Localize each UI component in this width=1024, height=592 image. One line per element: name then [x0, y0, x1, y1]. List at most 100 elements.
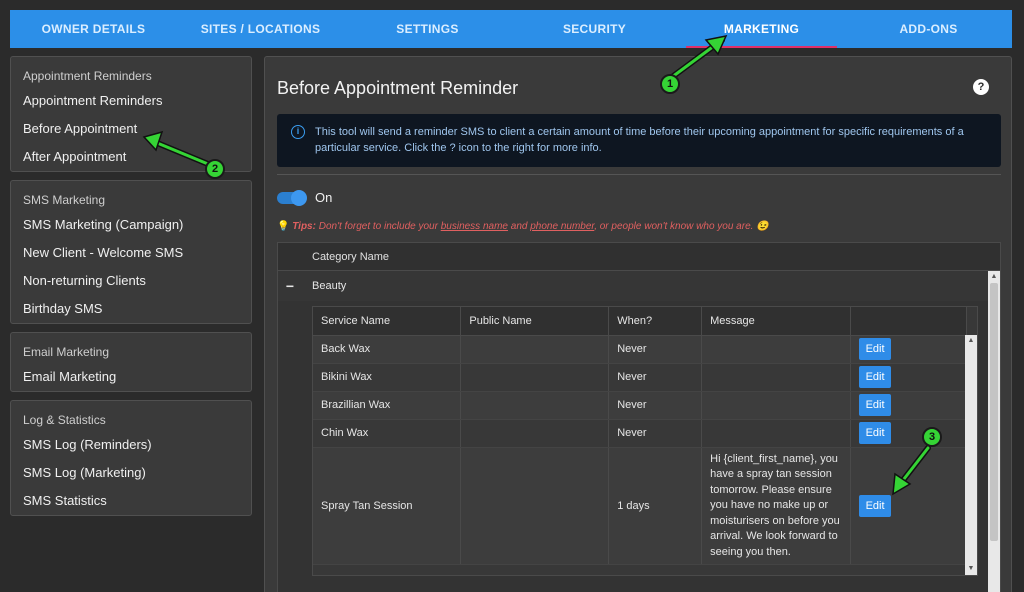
tab-add-ons[interactable]: ADD-ONS — [845, 10, 1012, 48]
edit-button[interactable]: Edit — [859, 366, 892, 388]
public-name-cell — [460, 335, 610, 364]
table-row: Back Wax Never Edit — [313, 335, 967, 364]
sidebar-item-sms-log-marketing[interactable]: SMS Log (Marketing) — [11, 459, 251, 487]
toggle-knob — [291, 189, 307, 206]
scrollbar-thumb[interactable] — [990, 283, 998, 541]
annotation-marker-1: 1 — [660, 74, 680, 94]
annotation-marker-3: 3 — [922, 427, 942, 447]
category-name-header: Category Name — [312, 250, 390, 263]
actions-cell: Edit — [850, 363, 967, 392]
when-cell: Never — [608, 363, 703, 392]
public-name-cell — [460, 447, 610, 565]
column-header-service-name: Service Name — [313, 307, 462, 336]
column-header-when: When? — [608, 307, 703, 336]
tab-owner-details[interactable]: OWNER DETAILS — [10, 10, 177, 48]
message-cell: Hi {client_first_name}, you have a spray… — [701, 447, 852, 565]
message-cell — [701, 363, 852, 392]
sidebar-item-before-appointment[interactable]: Before Appointment — [11, 115, 251, 143]
main-panel: Before Appointment Reminder ? i This too… — [264, 56, 1012, 592]
wink-emoji-icon: 😉 — [756, 221, 769, 232]
sidebar-group-header: Appointment Reminders — [23, 69, 152, 83]
column-header-actions — [850, 307, 967, 336]
annotation-marker-2: 2 — [205, 159, 225, 179]
message-cell — [701, 419, 852, 448]
message-cell — [701, 335, 852, 364]
column-header-message: Message — [701, 307, 852, 336]
public-name-cell — [460, 419, 610, 448]
sidebar-group-header: Email Marketing — [23, 345, 110, 359]
info-text: This tool will send a reminder SMS to cl… — [315, 126, 964, 154]
actions-cell: Edit — [850, 447, 967, 565]
sidebar-item-email-marketing[interactable]: Email Marketing — [11, 363, 251, 391]
top-nav: OWNER DETAILS SITES / LOCATIONS SETTINGS… — [10, 10, 1012, 48]
category-table-scrollbar[interactable]: ▲ — [988, 271, 1000, 592]
sidebar-group-header: SMS Marketing — [23, 193, 106, 207]
sidebar-item-welcome-sms[interactable]: New Client - Welcome SMS — [11, 239, 251, 267]
message-cell — [701, 391, 852, 420]
scroll-up-icon[interactable]: ▲ — [965, 335, 977, 347]
info-icon: i — [291, 125, 305, 139]
service-name-cell: Chin Wax — [313, 419, 462, 448]
sidebar-item-sms-statistics[interactable]: SMS Statistics — [11, 487, 251, 515]
sidebar-group-appointment-reminders: Appointment Reminders Appointment Remind… — [10, 56, 252, 172]
category-table: Category Name − Beauty Service Name Publ… — [277, 242, 1001, 592]
service-name-cell: Spray Tan Session — [313, 447, 462, 565]
sidebar-group-log-statistics: Log & Statistics SMS Log (Reminders) SMS… — [10, 400, 252, 516]
edit-button[interactable]: Edit — [859, 422, 892, 444]
sidebar-group-header: Log & Statistics — [23, 413, 106, 427]
lightbulb-icon: 💡 — [277, 221, 290, 232]
tab-marketing[interactable]: MARKETING — [678, 10, 845, 48]
info-box: i This tool will send a reminder SMS to … — [277, 114, 1001, 167]
sidebar: Appointment Reminders Appointment Remind… — [10, 56, 252, 524]
tips-text-1: Don't forget to include your — [318, 221, 438, 232]
service-name-cell: Brazillian Wax — [313, 391, 462, 420]
public-name-cell — [460, 363, 610, 392]
reminder-toggle[interactable] — [277, 189, 307, 206]
tab-settings[interactable]: SETTINGS — [344, 10, 511, 48]
category-row-beauty: − Beauty — [278, 271, 1000, 301]
category-table-header: Category Name — [278, 243, 1000, 271]
phone-number-link[interactable]: phone number — [530, 221, 594, 232]
divider — [277, 174, 1001, 175]
table-row: Chin Wax Never Edit — [313, 419, 967, 448]
scroll-up-icon[interactable]: ▲ — [988, 271, 1000, 283]
actions-cell: Edit — [850, 391, 967, 420]
help-icon[interactable]: ? — [973, 79, 989, 95]
sidebar-item-birthday-sms[interactable]: Birthday SMS — [11, 295, 251, 323]
tab-security[interactable]: SECURITY — [511, 10, 678, 48]
collapse-icon[interactable]: − — [278, 278, 302, 294]
sidebar-item-non-returning-clients[interactable]: Non-returning Clients — [11, 267, 251, 295]
sidebar-item-sms-log-reminders[interactable]: SMS Log (Reminders) — [11, 431, 251, 459]
tips-text-2: and — [510, 221, 528, 232]
sidebar-group-email-marketing: Email Marketing Email Marketing — [10, 332, 252, 392]
when-cell: 1 days — [608, 447, 703, 565]
scroll-down-icon[interactable]: ▼ — [965, 563, 977, 575]
service-name-cell: Bikini Wax — [313, 363, 462, 392]
sidebar-group-sms-marketing: SMS Marketing SMS Marketing (Campaign) N… — [10, 180, 252, 324]
table-row: Brazillian Wax Never Edit — [313, 391, 967, 420]
actions-cell: Edit — [850, 419, 967, 448]
actions-cell: Edit — [850, 335, 967, 364]
when-cell: Never — [608, 391, 703, 420]
sidebar-item-appointment-reminders[interactable]: Appointment Reminders — [11, 87, 251, 115]
table-row: Bikini Wax Never Edit — [313, 363, 967, 392]
public-name-cell — [460, 391, 610, 420]
category-name: Beauty — [312, 280, 347, 292]
services-table-scrollbar[interactable]: ▲ ▼ — [965, 335, 977, 575]
business-name-link[interactable]: business name — [441, 221, 508, 232]
edit-button[interactable]: Edit — [859, 494, 892, 517]
sidebar-item-sms-campaign[interactable]: SMS Marketing (Campaign) — [11, 211, 251, 239]
reminder-toggle-row: On — [277, 189, 333, 206]
toggle-label: On — [315, 190, 333, 205]
edit-button[interactable]: Edit — [859, 338, 892, 360]
tips-text: 💡 Tips: Don't forget to include your bus… — [277, 221, 769, 232]
tab-sites-locations[interactable]: SITES / LOCATIONS — [177, 10, 344, 48]
tips-prefix: Tips: — [292, 221, 316, 232]
when-cell: Never — [608, 335, 703, 364]
services-table: Service Name Public Name When? Message B… — [312, 306, 978, 576]
edit-button[interactable]: Edit — [859, 394, 892, 416]
service-name-cell: Back Wax — [313, 335, 462, 364]
tips-text-3: , or people won't know who you are. — [594, 221, 754, 232]
page-title: Before Appointment Reminder — [277, 78, 519, 98]
table-row: Spray Tan Session 1 days Hi {client_firs… — [313, 447, 967, 565]
